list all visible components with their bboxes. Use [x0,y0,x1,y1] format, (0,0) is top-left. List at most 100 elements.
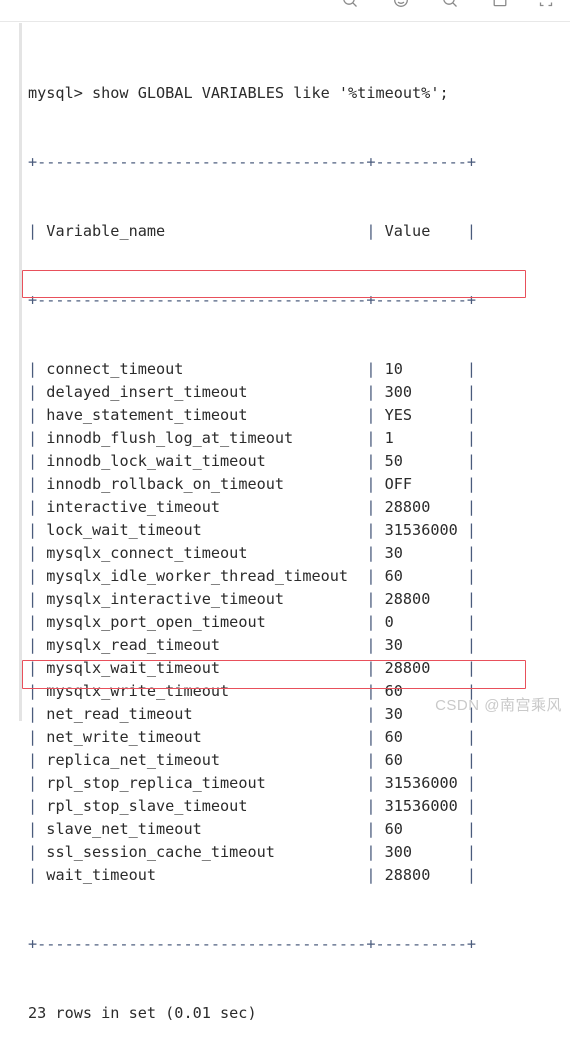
window-icon[interactable] [491,0,509,9]
row-pipe-left: | [28,521,38,539]
row-pipe-left: | [28,360,38,378]
variable-name-cell: mysqlx_write_timeout [37,682,367,700]
variable-name-cell: slave_net_timeout [37,820,367,838]
variable-name-cell: mysqlx_idle_worker_thread_timeout [37,567,367,585]
variable-name-cell: have_statement_timeout [37,406,367,424]
table-row: | have_statement_timeout | YES | [28,404,558,427]
variable-name-cell: rpl_stop_slave_timeout [37,797,367,815]
row-pipe-right: | [466,452,477,470]
table-row: | mysqlx_idle_worker_thread_timeout | 60… [28,565,558,588]
table-row: | interactive_timeout | 28800 | [28,496,558,519]
value-cell: 30 [375,544,467,562]
table-row: | net_write_timeout | 60 | [28,726,558,749]
variable-name-cell: mysqlx_port_open_timeout [37,613,367,631]
variable-name-cell: connect_timeout [37,360,367,378]
variable-name-cell: innodb_flush_log_at_timeout [37,429,367,447]
table-rule-top: +------------------------------------+--… [28,153,477,171]
zoom-search-icon[interactable] [441,0,459,9]
table-row: | connect_timeout | 10 | [28,358,558,381]
row-pipe-right: | [466,544,477,562]
table-row: | rpl_stop_slave_timeout | 31536000 | [28,795,558,818]
search-icon[interactable] [341,0,359,9]
row-pipe-right: | [466,728,477,746]
table-row: | innodb_rollback_on_timeout | OFF | [28,473,558,496]
top-toolbar [0,0,570,22]
row-pipe-left: | [28,636,38,654]
value-cell: 28800 [375,659,467,677]
table-row: | mysqlx_connect_timeout | 30 | [28,542,558,565]
header-pipe: | [366,222,376,240]
table-row: | lock_wait_timeout | 31536000 | [28,519,558,542]
terminal-output: mysql> show GLOBAL VARIABLES like '%time… [28,36,558,1048]
row-pipe-right: | [466,843,477,861]
value-cell: 60 [375,820,467,838]
value-cell: 28800 [375,498,467,516]
row-pipe-left: | [28,751,38,769]
row-pipe-left: | [28,843,38,861]
value-cell: 0 [375,613,467,631]
row-pipe-right: | [466,429,477,447]
row-pipe-right: | [466,797,477,815]
row-pipe-right: | [466,866,477,884]
row-pipe-left: | [28,498,38,516]
variable-name-cell: mysqlx_read_timeout [37,636,367,654]
variable-name-cell: wait_timeout [37,866,367,884]
row-pipe-right: | [466,498,477,516]
value-cell: 50 [375,452,467,470]
value-cell: 28800 [375,590,467,608]
value-cell: 30 [375,636,467,654]
row-pipe-left: | [28,429,38,447]
scroll-gutter[interactable] [19,23,22,721]
value-cell: 31536000 [375,521,467,539]
row-pipe-left: | [28,383,38,401]
row-pipe-right: | [466,820,477,838]
row-pipe-right: | [466,406,477,424]
header-pipe: | [28,222,38,240]
row-pipe-mid: | [366,774,376,792]
mysql-prompt-line: mysql> show GLOBAL VARIABLES like '%time… [28,84,449,102]
fullscreen-icon[interactable] [537,0,555,9]
table-row: | mysqlx_port_open_timeout | 0 | [28,611,558,634]
row-pipe-right: | [466,751,477,769]
variable-name-cell: mysqlx_interactive_timeout [37,590,367,608]
table-row: | slave_net_timeout | 60 | [28,818,558,841]
table-header-row: | Variable_name | Value | [28,222,477,240]
row-pipe-left: | [28,613,38,631]
row-pipe-right: | [466,360,477,378]
value-cell: 1 [375,429,467,447]
variable-name-cell: mysqlx_connect_timeout [37,544,367,562]
table-row: | delayed_insert_timeout | 300 | [28,381,558,404]
value-cell: 60 [375,567,467,585]
row-pipe-left: | [28,544,38,562]
value-cell: 31536000 [375,797,467,815]
value-cell: 60 [375,728,467,746]
value-cell: 28800 [375,866,467,884]
variable-name-cell: delayed_insert_timeout [37,383,367,401]
row-pipe-right: | [466,475,477,493]
table-row: | replica_net_timeout | 60 | [28,749,558,772]
table-row: | mysqlx_read_timeout | 30 | [28,634,558,657]
table-row: | ssl_session_cache_timeout | 300 | [28,841,558,864]
row-pipe-left: | [28,820,38,838]
value-cell: 31536000 [375,774,467,792]
table-row: | innodb_flush_log_at_timeout | 1 | [28,427,558,450]
variable-name-cell: innodb_rollback_on_timeout [37,475,367,493]
row-pipe-left: | [28,475,38,493]
value-cell: OFF [375,475,467,493]
row-pipe-mid: | [366,797,376,815]
variable-name-cell: replica_net_timeout [37,751,367,769]
row-pipe-left: | [28,452,38,470]
watermark: CSDN @南宫乘风 [435,697,562,714]
table-rows: | connect_timeout | 10 | | delayed_insert… [28,358,558,887]
row-pipe-mid: | [366,820,376,838]
row-pipe-right: | [466,567,477,585]
row-pipe-left: | [28,866,38,884]
table-row: | wait_timeout | 28800 | [28,864,558,887]
table-row: | mysqlx_wait_timeout | 28800 | [28,657,558,680]
row-pipe-mid: | [366,843,376,861]
row-pipe-right: | [466,613,477,631]
row-pipe-left: | [28,406,38,424]
table-rule-bottom: +------------------------------------+--… [28,935,477,953]
emoji-icon[interactable] [392,0,410,9]
value-cell: 300 [375,843,467,861]
